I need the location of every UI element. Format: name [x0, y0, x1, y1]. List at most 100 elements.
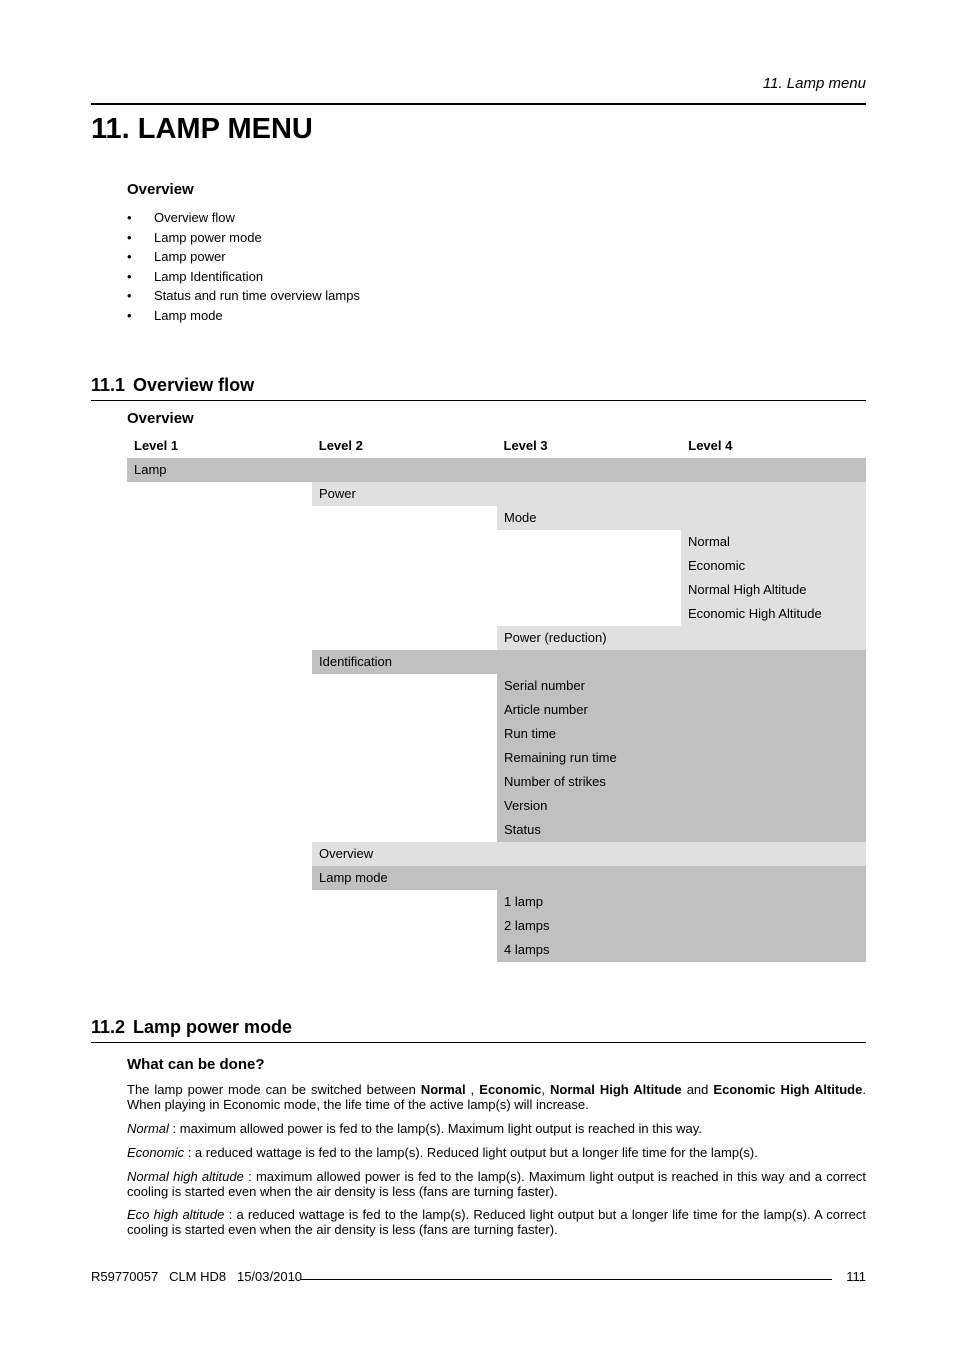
- definition-term: Eco high altitude: [127, 1207, 225, 1222]
- definition-separator: :: [168, 1121, 180, 1136]
- flow-table-row: Lamp: [127, 458, 866, 482]
- definition-term: Economic: [127, 1145, 185, 1160]
- section-number: 11.1: [91, 375, 126, 395]
- flow-table-row: Normal: [127, 530, 866, 554]
- mode-normal: Normal: [420, 1082, 466, 1097]
- flow-cell-level-3[interactable]: Article number: [497, 698, 866, 722]
- bullet-icon: •: [127, 268, 132, 284]
- flow-cell-level-3[interactable]: Serial number: [497, 674, 866, 698]
- overview-list: • Overview flow • Lamp power mode • Lamp po…: [127, 208, 360, 325]
- flow-table-header: Level 1 Level 2 Level 3 Level 4: [127, 434, 866, 458]
- flow-cell-level-3[interactable]: 2 lamps: [497, 914, 866, 938]
- definition-economic: Economic : a reduced wattage is fed to t…: [127, 1145, 866, 1160]
- flow-table-row: Lamp mode: [127, 866, 866, 890]
- footer-rule: [301, 1279, 832, 1280]
- flow-cell-level-1[interactable]: Lamp: [127, 458, 866, 482]
- flow-table-row: Economic High Altitude: [127, 602, 866, 626]
- column-header-level-2: Level 2: [318, 438, 363, 453]
- flow-overview-heading: Overview: [127, 410, 194, 427]
- overview-item[interactable]: • Lamp power: [127, 247, 360, 267]
- definition-normal: Normal : maximum allowed power is fed to…: [127, 1121, 866, 1136]
- what-can-be-done-heading: What can be done?: [127, 1056, 265, 1073]
- column-header-level-3: Level 3: [503, 438, 548, 453]
- bullet-icon: •: [127, 249, 132, 264]
- overview-item[interactable]: • Lamp power mode: [127, 228, 360, 248]
- flow-cell-level-3[interactable]: Status: [497, 818, 866, 842]
- flow-cell-level-4[interactable]: Normal: [681, 530, 866, 554]
- flow-table-row: Economic: [127, 554, 866, 578]
- flow-table-row: Version: [127, 794, 866, 818]
- overview-item-label: Lamp power mode: [154, 229, 262, 245]
- bullet-icon: •: [127, 229, 132, 245]
- overview-item[interactable]: • Lamp mode: [127, 306, 360, 326]
- flow-table-row: 2 lamps: [127, 914, 866, 938]
- bullet-icon: •: [127, 288, 132, 303]
- section-rule: [91, 1042, 866, 1043]
- page-number: 111: [846, 1269, 866, 1284]
- bullet-icon: •: [127, 307, 132, 323]
- flow-table-body: Lamp Power Mode Normal Economic Normal High A…: [127, 458, 866, 962]
- flow-cell-level-2[interactable]: Power: [312, 482, 866, 506]
- overview-item[interactable]: • Lamp Identification: [127, 267, 360, 287]
- definition-text: a reduced wattage is fed to the lamp(s).…: [194, 1145, 758, 1160]
- flow-cell-level-4[interactable]: Economic: [681, 554, 866, 578]
- overview-item[interactable]: • Overview flow: [127, 208, 360, 228]
- intro-text: ,: [465, 1082, 480, 1097]
- flow-table-row: 1 lamp: [127, 890, 866, 914]
- flow-table-row: Overview: [127, 842, 866, 866]
- flow-table-row: Power (reduction): [127, 626, 866, 650]
- overview-item-label: Overview flow: [154, 210, 235, 225]
- flow-cell-level-2[interactable]: Identification: [312, 650, 866, 674]
- section-number: 11.2: [91, 1017, 126, 1037]
- footer-doc-info: R59770057 CLM HD8 15/03/2010: [91, 1269, 303, 1284]
- running-header: 11. Lamp menu: [762, 75, 866, 92]
- chapter-title: 11. LAMP MENU: [91, 113, 313, 145]
- column-header-level-1: Level 1: [134, 438, 179, 453]
- mode-economic-high-altitude: Economic High Altitude: [713, 1082, 863, 1097]
- flow-cell-level-2[interactable]: Lamp mode: [312, 866, 866, 890]
- section-title-text: Lamp power mode: [133, 1017, 293, 1037]
- flow-cell-level-3[interactable]: 1 lamp: [497, 890, 866, 914]
- overview-heading: Overview: [127, 181, 194, 198]
- section-title-lamp-power-mode: 11.2 Lamp power mode: [91, 1017, 292, 1038]
- flow-table-row: Remaining run time: [127, 746, 866, 770]
- overview-flow-table: Level 1 Level 2 Level 3 Level 4 Lamp Powe…: [127, 434, 866, 962]
- definition-separator: :: [243, 1169, 256, 1184]
- overview-item[interactable]: • Status and run time overview lamps: [127, 286, 360, 306]
- flow-table-row: Article number: [127, 698, 866, 722]
- definition-term: Normal high altitude: [127, 1169, 244, 1184]
- flow-cell-level-3[interactable]: 4 lamps: [497, 938, 866, 962]
- flow-cell-level-3[interactable]: Power (reduction): [497, 626, 866, 650]
- definition-eco-high-altitude: Eco high altitude : a reduced wattage is…: [127, 1207, 866, 1237]
- intro-text: The lamp power mode can be switched betw…: [127, 1082, 421, 1097]
- flow-cell-level-3[interactable]: Mode: [497, 506, 866, 530]
- flow-cell-level-2[interactable]: Overview: [312, 842, 866, 866]
- section-title-text: Overview flow: [133, 375, 255, 395]
- flow-table-row: 4 lamps: [127, 938, 866, 962]
- overview-item-label: Lamp mode: [154, 307, 223, 323]
- flow-table-row: Serial number: [127, 674, 866, 698]
- intro-paragraph: The lamp power mode can be switched betw…: [127, 1082, 866, 1112]
- overview-item-label: Lamp Identification: [154, 268, 264, 284]
- flow-table-row: Normal High Altitude: [127, 578, 866, 602]
- intro-text: ,: [541, 1082, 551, 1097]
- flow-table-row: Status: [127, 818, 866, 842]
- header-rule: [91, 103, 866, 105]
- flow-table-row: Run time: [127, 722, 866, 746]
- flow-table-row: Number of strikes: [127, 770, 866, 794]
- flow-table-row: Identification: [127, 650, 866, 674]
- overview-item-label: Status and run time overview lamps: [154, 288, 360, 303]
- bullet-icon: •: [127, 210, 132, 225]
- flow-cell-level-3[interactable]: Run time: [497, 722, 866, 746]
- column-header-level-4: Level 4: [688, 438, 733, 453]
- definition-text: maximum allowed power is fed to the lamp…: [179, 1121, 702, 1136]
- definition-separator: :: [184, 1145, 195, 1160]
- flow-cell-level-3[interactable]: Remaining run time: [497, 746, 866, 770]
- flow-cell-level-3[interactable]: Number of strikes: [497, 770, 866, 794]
- flow-cell-level-4[interactable]: Economic High Altitude: [681, 602, 866, 626]
- definition-text: a reduced wattage is fed to the lamp(s).…: [127, 1207, 867, 1237]
- intro-text: and: [681, 1082, 714, 1097]
- flow-cell-level-3[interactable]: Version: [497, 794, 866, 818]
- flow-table-row: Mode: [127, 506, 866, 530]
- flow-cell-level-4[interactable]: Normal High Altitude: [681, 578, 866, 602]
